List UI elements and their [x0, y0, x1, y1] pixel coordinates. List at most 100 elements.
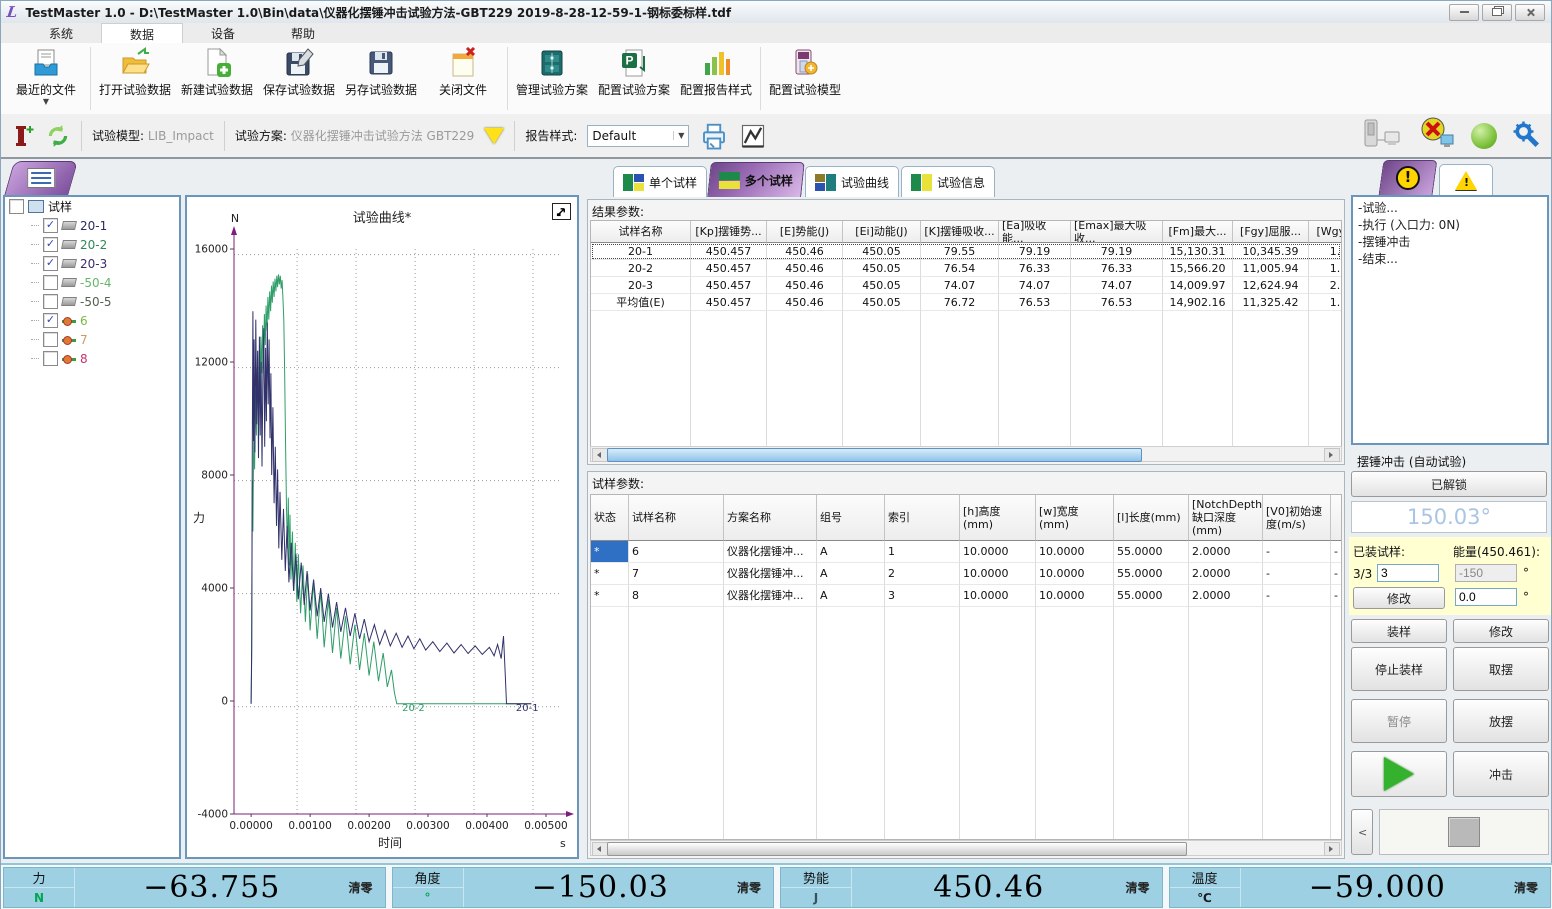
checkbox[interactable]: [43, 332, 58, 347]
samples-row[interactable]: *6仪器化摆锤冲...A110.000010.000055.00002.0000…: [591, 541, 1341, 563]
new-data-button[interactable]: 新建试验数据: [176, 43, 258, 114]
loaded-count: 3/3: [1353, 567, 1372, 581]
channel-name: 角度: [393, 868, 463, 888]
stop-loading-button[interactable]: 停止装样: [1351, 647, 1447, 691]
samples-row[interactable]: *7仪器化摆锤冲...A210.000010.000055.00002.0000…: [591, 563, 1341, 585]
checkbox[interactable]: ✓: [43, 256, 58, 271]
pause-button[interactable]: 暂停: [1351, 699, 1447, 743]
disconnect-icon[interactable]: [1417, 117, 1457, 154]
tree-item-6[interactable]: ✓6: [5, 311, 179, 330]
results-hscrollbar[interactable]: [590, 446, 1342, 462]
scroll-right-arrow[interactable]: [1324, 842, 1340, 856]
checkbox[interactable]: [9, 199, 24, 214]
release-pendulum-button[interactable]: 放摆: [1453, 699, 1549, 743]
menu-item-设备[interactable]: 设备: [183, 23, 263, 43]
close-button[interactable]: [1515, 4, 1545, 21]
print-icon[interactable]: [699, 121, 729, 151]
tree-item--50-5[interactable]: -50-5: [5, 292, 179, 311]
tree-item--50-4[interactable]: -50-4: [5, 273, 179, 292]
column-header: [h]高度 (mm): [960, 495, 1036, 541]
add-specimen-icon[interactable]: [11, 123, 35, 149]
scroll-left-arrow[interactable]: [592, 448, 608, 462]
tree-root[interactable]: 试样: [5, 197, 179, 216]
scroll-right-arrow[interactable]: [1324, 448, 1340, 462]
svg-text:0: 0: [221, 696, 228, 708]
tab-warnings[interactable]: !: [1439, 164, 1493, 195]
menu-item-系统[interactable]: 系统: [21, 23, 101, 43]
loaded-count-input[interactable]: [1377, 564, 1439, 582]
curve-preview-icon[interactable]: [739, 122, 767, 150]
checkbox[interactable]: [43, 351, 58, 366]
clear-button[interactable]: 清零: [1514, 868, 1550, 907]
play-icon: [1384, 757, 1414, 791]
angle-set-input[interactable]: [1455, 564, 1517, 582]
results-row[interactable]: 20-2450.457450.46450.0576.5476.3376.3315…: [591, 260, 1341, 277]
config-scheme-button[interactable]: P配置试验方案: [593, 43, 675, 114]
load-specimen-button[interactable]: 装样: [1351, 619, 1447, 643]
config-report-button[interactable]: 配置报告样式: [675, 43, 757, 114]
report-style-select[interactable]: Default▼: [587, 125, 689, 147]
impact-button[interactable]: 冲击: [1453, 751, 1549, 797]
tab-status-log[interactable]: !: [1379, 160, 1438, 195]
column-header: [Fm]最大...: [1163, 221, 1233, 243]
tab-specimen-list[interactable]: [4, 161, 78, 196]
clear-button[interactable]: 清零: [1126, 868, 1162, 907]
scroll-left-arrow[interactable]: [592, 842, 608, 856]
save-data-button[interactable]: 保存试验数据: [258, 43, 340, 114]
checkbox[interactable]: ✓: [43, 237, 58, 252]
list-icon: [27, 168, 55, 188]
results-row[interactable]: 20-1450.457450.46450.0579.5579.1979.1915…: [591, 243, 1341, 260]
tree-item-20-3[interactable]: ✓20-3: [5, 254, 179, 273]
clear-button[interactable]: 清零: [737, 868, 773, 907]
unlock-button[interactable]: 已解锁: [1351, 471, 1547, 497]
column-header: [Fgy]屈服...: [1233, 221, 1309, 243]
tree-item-7[interactable]: 7: [5, 330, 179, 349]
tab-试验信息[interactable]: 试验信息: [901, 166, 995, 197]
checkbox[interactable]: [43, 294, 58, 309]
tree-item-20-1[interactable]: ✓20-1: [5, 216, 179, 235]
config-model-button[interactable]: 配置试验模型: [764, 43, 846, 114]
column-header: [1331, 495, 1342, 541]
chart-tool-button[interactable]: [552, 203, 571, 220]
specimen-pin-icon: [62, 336, 76, 344]
tree-item-20-2[interactable]: ✓20-2: [5, 235, 179, 254]
restore-button[interactable]: [1482, 4, 1512, 21]
scheme-value: 仪器化摆锤冲击试验方法 GBT229: [291, 129, 475, 143]
checkbox[interactable]: [43, 275, 58, 290]
refresh-icon[interactable]: [45, 123, 71, 149]
tab-单个试样[interactable]: 单个试样: [613, 166, 707, 197]
collapse-button[interactable]: <: [1351, 809, 1373, 855]
tree-item-8[interactable]: 8: [5, 349, 179, 368]
save-as-data-button[interactable]: 另存试验数据: [340, 43, 422, 114]
recent-files-button[interactable]: 最近的文件▼: [5, 43, 87, 114]
svg-text:时间: 时间: [378, 836, 402, 850]
close-file-button[interactable]: 关闭文件: [422, 43, 504, 114]
manage-scheme-button[interactable]: 管理试验方案: [511, 43, 593, 114]
modify-count-button[interactable]: 修改: [1353, 587, 1445, 609]
checkbox[interactable]: ✓: [43, 313, 58, 328]
modify-button[interactable]: 修改: [1453, 619, 1549, 643]
minimize-button[interactable]: [1449, 4, 1479, 21]
samples-hscrollbar[interactable]: [590, 840, 1342, 856]
start-test-button[interactable]: [1351, 751, 1447, 797]
column-header: [V0]初始速 度(m/s): [1263, 495, 1331, 541]
scroll-thumb[interactable]: [607, 448, 1142, 462]
channel-unit: °: [393, 888, 463, 907]
results-row[interactable]: 20-3450.457450.46450.0574.0774.0774.0714…: [591, 277, 1341, 294]
settings-search-icon[interactable]: [1511, 119, 1541, 152]
tab-多个试样[interactable]: 多个试样: [707, 162, 805, 197]
samples-row[interactable]: *8仪器化摆锤冲...A310.000010.000055.00002.0000…: [591, 585, 1341, 607]
checkbox[interactable]: ✓: [43, 218, 58, 233]
scroll-thumb[interactable]: [607, 842, 1187, 856]
menu-item-帮助[interactable]: 帮助: [263, 23, 343, 43]
speed-input[interactable]: [1455, 588, 1517, 606]
take-pendulum-button[interactable]: 取摆: [1453, 647, 1549, 691]
results-row[interactable]: 平均值(E)450.457450.46450.0576.7276.5376.53…: [591, 294, 1341, 311]
column-header: 试样名称: [591, 221, 691, 243]
clear-button[interactable]: 清零: [349, 868, 385, 907]
stop-button[interactable]: [1448, 817, 1480, 847]
channel-value: −150.03: [464, 868, 738, 907]
open-data-button[interactable]: 打开试验数据: [94, 43, 176, 114]
tab-试验曲线[interactable]: 试验曲线: [805, 166, 899, 197]
menu-item-数据[interactable]: 数据: [101, 23, 183, 43]
